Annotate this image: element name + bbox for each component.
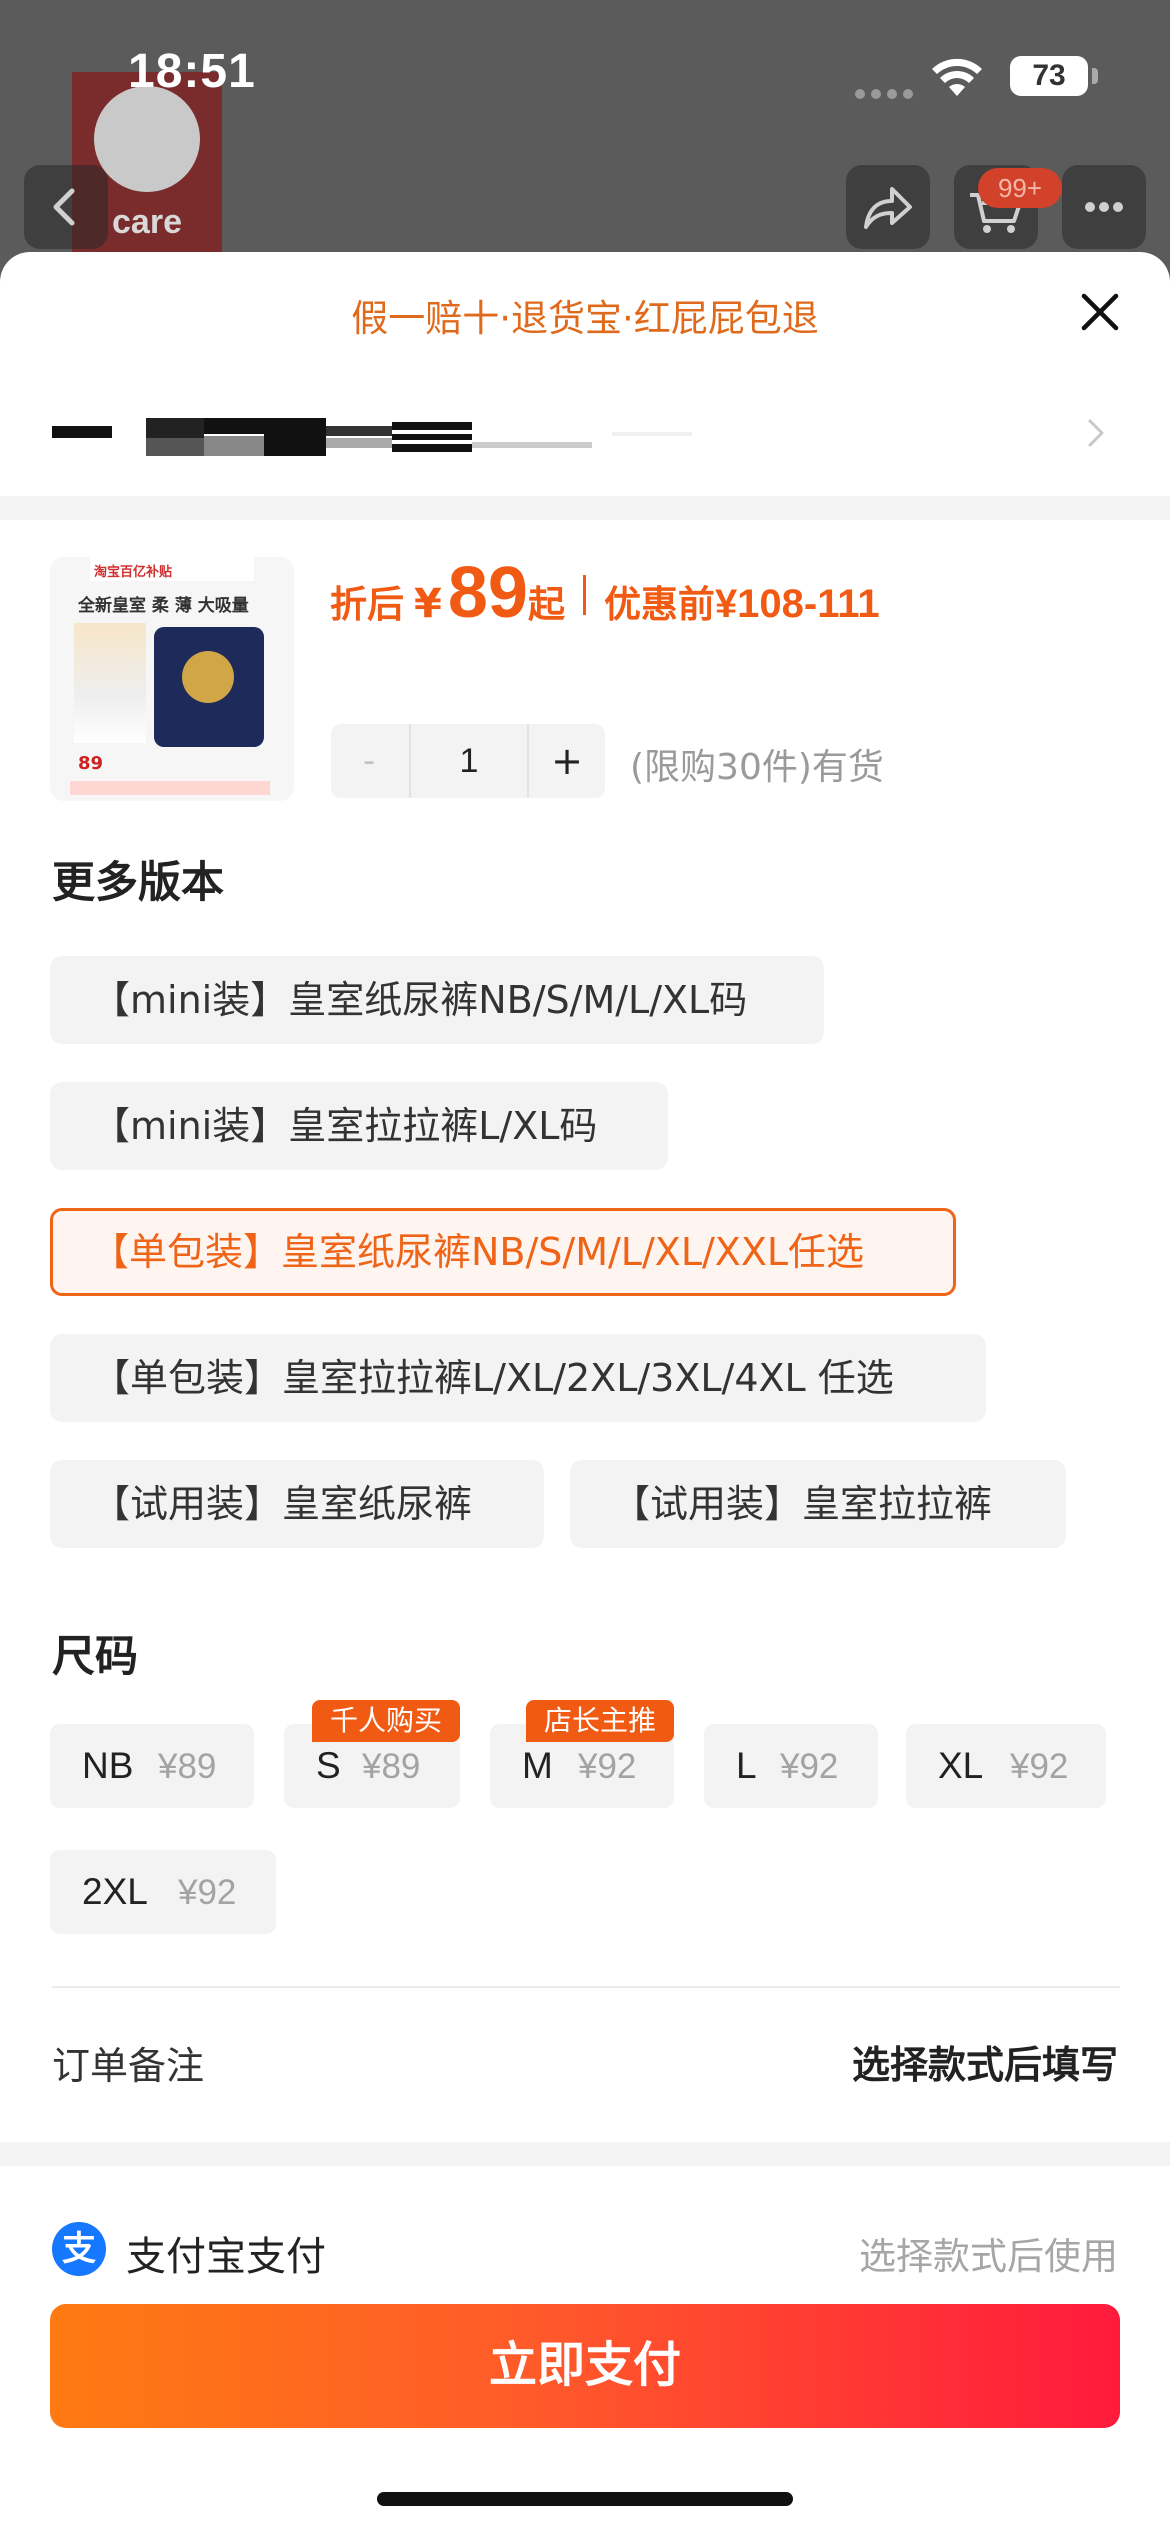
size-price: ¥89 bbox=[158, 1747, 217, 1786]
price-suffix: 起 bbox=[527, 583, 565, 626]
version-option[interactable]: 【试用装】皇室拉拉裤 bbox=[570, 1460, 1066, 1548]
payment-hint: 选择款式后使用 bbox=[859, 2235, 1118, 2278]
more-icon bbox=[1085, 202, 1123, 212]
size-price: ¥92 bbox=[178, 1873, 237, 1912]
size-price: ¥92 bbox=[780, 1747, 839, 1786]
stock-status: (限购30件)有货 bbox=[630, 747, 884, 788]
order-note-label: 订单备注 bbox=[52, 2044, 205, 2088]
thumbnail-headline: 全新皇室 柔 薄 大吸量 bbox=[78, 596, 249, 616]
close-icon[interactable] bbox=[1076, 288, 1124, 336]
alipay-icon: 支 bbox=[52, 2222, 106, 2276]
thumbnail-footer bbox=[70, 781, 270, 795]
price-line: 折后 ¥89起 优惠前¥108-111 bbox=[330, 552, 880, 634]
quantity-value[interactable]: 1 bbox=[409, 724, 529, 798]
size-label: XL bbox=[938, 1745, 984, 1786]
chevron-right-icon bbox=[1088, 419, 1104, 447]
size-label: 2XL bbox=[82, 1871, 148, 1912]
decrease-button[interactable]: - bbox=[331, 724, 407, 798]
status-time: 18:51 bbox=[128, 45, 256, 98]
version-option[interactable]: 【mini装】皇室纸尿裤NB/S/M/L/XL码 bbox=[50, 956, 824, 1044]
size-option[interactable]: XL ¥92 bbox=[906, 1724, 1106, 1808]
price-label: 折后 bbox=[330, 583, 404, 626]
price-value: 89 bbox=[447, 553, 528, 633]
thumbnail-infographic bbox=[74, 623, 146, 743]
version-option-selected[interactable]: 【单包装】皇室纸尿裤NB/S/M/L/XL/XXL任选 bbox=[50, 1208, 956, 1296]
size-tag-badge: 店长主推 bbox=[526, 1700, 674, 1742]
battery-tip bbox=[1092, 68, 1098, 84]
cart-count-badge: 99+ bbox=[978, 168, 1062, 208]
logo-face bbox=[94, 86, 200, 192]
size-label: L bbox=[736, 1745, 757, 1786]
pay-now-button[interactable]: 立即支付 bbox=[50, 2304, 1120, 2428]
signal-icon bbox=[855, 84, 919, 103]
quantity-stepper: - 1 + bbox=[331, 724, 605, 798]
size-tag-badge: 千人购买 bbox=[312, 1700, 460, 1742]
increase-button[interactable]: + bbox=[529, 724, 605, 798]
back-button[interactable] bbox=[24, 165, 108, 249]
size-option[interactable]: L ¥92 bbox=[704, 1724, 878, 1808]
sku-selection-sheet: 假一赔十·退货宝·红屁屁包退 淘宝百亿补贴 全新皇室 柔 薄 大吸量 89 折后… bbox=[0, 252, 1170, 2532]
battery-icon: 73 bbox=[1010, 56, 1088, 96]
order-note-value[interactable]: 选择款式后填写 bbox=[852, 2034, 1118, 2089]
version-option[interactable]: 【试用装】皇室纸尿裤 bbox=[50, 1460, 544, 1548]
section-divider bbox=[0, 496, 1170, 520]
size-label: NB bbox=[82, 1745, 134, 1786]
divider bbox=[52, 1986, 1120, 1988]
thumbnail-brand: 淘宝百亿补贴 bbox=[94, 565, 173, 580]
version-option[interactable]: 【mini装】皇室拉拉裤L/XL码 bbox=[50, 1082, 668, 1170]
share-button[interactable] bbox=[846, 165, 930, 249]
original-price: ¥108-111 bbox=[714, 582, 880, 626]
section-divider bbox=[0, 2142, 1170, 2166]
thumbnail-package bbox=[154, 627, 264, 747]
size-option[interactable]: NB ¥89 bbox=[50, 1724, 254, 1808]
share-icon bbox=[864, 187, 912, 229]
size-option[interactable]: 2XL ¥92 bbox=[50, 1850, 276, 1934]
payment-method-label[interactable]: 支付宝支付 bbox=[126, 2224, 326, 2282]
product-thumbnail[interactable]: 淘宝百亿补贴 全新皇室 柔 薄 大吸量 89 bbox=[50, 557, 294, 801]
original-price-label: 优惠前 bbox=[603, 583, 715, 626]
more-button[interactable] bbox=[1062, 165, 1146, 249]
size-title: 尺码 bbox=[52, 1632, 138, 1682]
size-price: ¥92 bbox=[1010, 1747, 1069, 1786]
chevron-left-icon bbox=[53, 188, 75, 226]
price-separator bbox=[582, 575, 586, 615]
wifi-icon bbox=[932, 58, 982, 96]
guarantee-banner: 假一赔十·退货宝·红屁屁包退 bbox=[351, 297, 819, 340]
versions-title: 更多版本 bbox=[52, 858, 224, 908]
currency-symbol: ¥ bbox=[414, 581, 442, 627]
masked-address-bar[interactable] bbox=[52, 412, 812, 462]
thumbnail-price: 89 bbox=[78, 753, 104, 774]
version-option[interactable]: 【单包装】皇室拉拉裤L/XL/2XL/3XL/4XL 任选 bbox=[50, 1334, 986, 1422]
home-indicator bbox=[377, 2492, 793, 2506]
